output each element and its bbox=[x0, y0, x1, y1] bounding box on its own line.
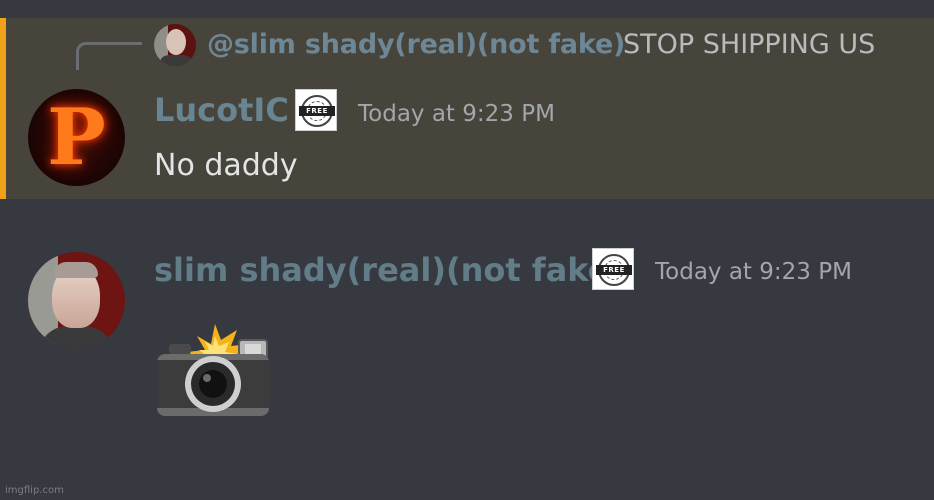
camera-with-flash-icon[interactable] bbox=[155, 322, 273, 422]
reply-avatar[interactable] bbox=[154, 24, 196, 66]
message-text: No daddy bbox=[154, 148, 298, 183]
badge-label: FREE bbox=[596, 265, 632, 275]
avatar[interactable]: P bbox=[28, 89, 125, 186]
free-badge-icon[interactable]: FREE bbox=[592, 248, 634, 290]
message-timestamp[interactable]: Today at 9:23 PM bbox=[655, 259, 852, 285]
watermark: imgflip.com bbox=[5, 485, 64, 496]
message-author[interactable]: slim shady(real)(not fake) bbox=[154, 251, 624, 289]
message-timestamp[interactable]: Today at 9:23 PM bbox=[358, 101, 555, 127]
reply-preview-text[interactable]: STOP SHIPPING US bbox=[623, 29, 875, 60]
reply-mention[interactable]: @slim shady(real)(not fake) bbox=[207, 29, 625, 60]
message-author[interactable]: LucotIC bbox=[154, 91, 289, 129]
top-strip bbox=[0, 0, 934, 18]
avatar-letter: P bbox=[47, 92, 106, 183]
badge-label: FREE bbox=[299, 106, 335, 116]
mention-accent-bar bbox=[0, 18, 6, 199]
avatar[interactable] bbox=[28, 252, 125, 349]
reply-connector bbox=[76, 42, 142, 70]
free-badge-icon[interactable]: FREE bbox=[295, 89, 337, 131]
